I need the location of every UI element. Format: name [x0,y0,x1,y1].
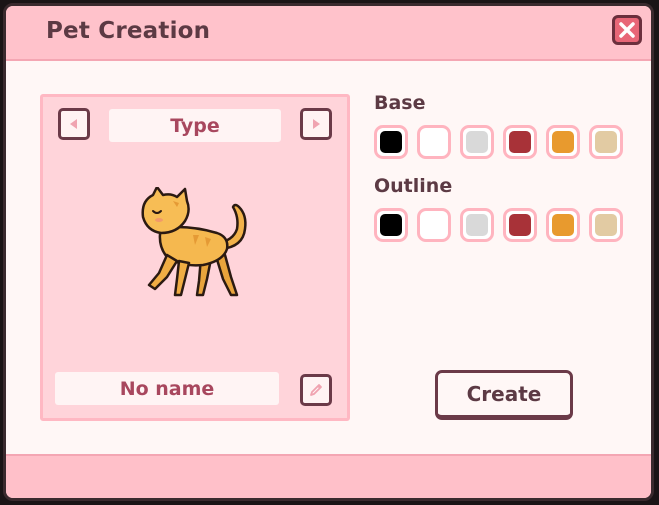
outline-swatch-white[interactable] [417,208,451,242]
swatch-fill [423,131,445,153]
base-swatch-orange[interactable] [546,125,580,159]
outline-swatch-gray[interactable] [460,208,494,242]
orange-cat-sprite [141,187,247,297]
swatch-fill [466,131,488,153]
swatch-fill [423,214,445,236]
swatch-fill [466,214,488,236]
base-swatch-tan[interactable] [589,125,623,159]
type-label: Type [109,109,281,142]
triangle-left-icon [70,119,77,129]
base-color-label: Base [374,92,426,114]
outline-swatch-black[interactable] [374,208,408,242]
title-bar: Pet Creation [6,6,651,61]
base-swatch-red[interactable] [503,125,537,159]
close-x-icon [619,22,635,38]
swatch-fill [380,214,402,236]
base-swatch-black[interactable] [374,125,408,159]
swatch-fill [509,214,531,236]
triangle-right-icon [313,119,320,129]
close-button[interactable] [612,15,642,45]
swatch-fill [595,214,617,236]
base-color-swatches [374,125,623,159]
outline-color-swatches [374,208,623,242]
swatch-fill [552,214,574,236]
dialog-content: Type No name Base Outline Create [6,61,651,456]
swatch-fill [509,131,531,153]
base-swatch-gray[interactable] [460,125,494,159]
outline-swatch-orange[interactable] [546,208,580,242]
swatch-fill [380,131,402,153]
pencil-icon [310,384,322,396]
outline-swatch-tan[interactable] [589,208,623,242]
edit-name-button[interactable] [300,374,332,406]
pet-preview-panel: Type No name [40,94,350,421]
swatch-fill [595,131,617,153]
create-button[interactable]: Create [435,370,573,420]
base-swatch-white[interactable] [417,125,451,159]
pet-name-field[interactable]: No name [55,372,279,405]
swatch-fill [552,131,574,153]
next-type-button[interactable] [300,108,332,140]
pet-creation-dialog: Pet Creation Type No name Base Outline C… [3,3,654,501]
outline-color-label: Outline [374,175,453,197]
previous-type-button[interactable] [58,108,90,140]
dialog-footer [6,454,651,498]
outline-swatch-red[interactable] [503,208,537,242]
dialog-title: Pet Creation [46,18,211,44]
